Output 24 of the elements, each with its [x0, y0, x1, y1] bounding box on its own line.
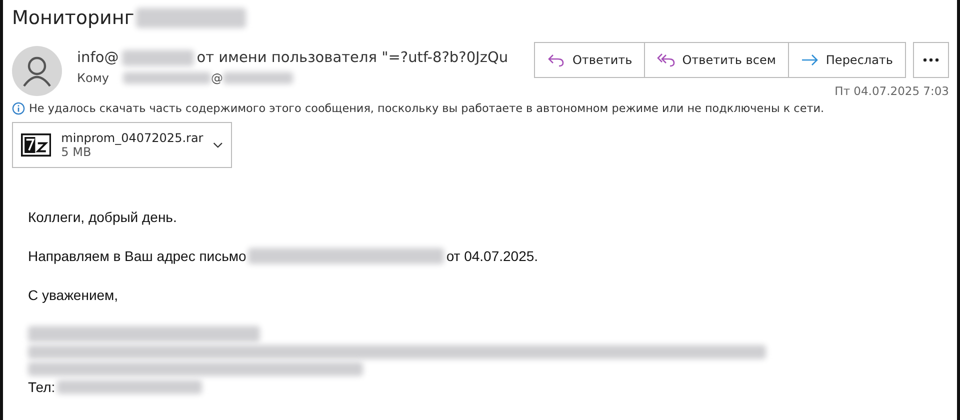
greeting-text: Коллеги, добрый день.	[28, 209, 178, 225]
recipient-at-sign: @	[211, 71, 224, 85]
info-icon	[12, 102, 25, 115]
phone-label: Тел:	[28, 379, 56, 395]
reply-icon	[547, 53, 566, 67]
body-text: от 04.07.2025.	[446, 248, 538, 264]
info-message: Не удалось скачать часть содержимого этого сообщения, поскольку вы работаете в автономном режиме или не подключены к сети.	[29, 102, 824, 115]
redaction-mark	[223, 72, 294, 84]
sender-name: от имени пользователя "=?utf-8?b?0JzQu	[196, 50, 508, 66]
arrow-icon	[800, 53, 819, 67]
more-icon	[923, 58, 939, 62]
message-date: Пт 04.07.2025 7:03	[834, 84, 949, 98]
recipient-label: Кому	[77, 71, 110, 85]
avatar-icon	[12, 46, 62, 96]
reply-icon	[657, 53, 676, 67]
body-text: Направляем в Ваш адрес письмо	[28, 248, 246, 264]
attachment-card[interactable]: minprom_04072025.rar 5 MB	[12, 122, 232, 168]
attachment-size: 5 MB	[61, 145, 92, 159]
sender-address: info@	[77, 50, 119, 66]
closing-text: С уважением,	[28, 287, 120, 303]
archive-icon	[21, 132, 52, 158]
chevron-down-icon[interactable]	[213, 142, 223, 148]
subject-title: Мониторинг	[12, 7, 134, 29]
attachment-name: minprom_04072025.rar	[61, 131, 204, 145]
